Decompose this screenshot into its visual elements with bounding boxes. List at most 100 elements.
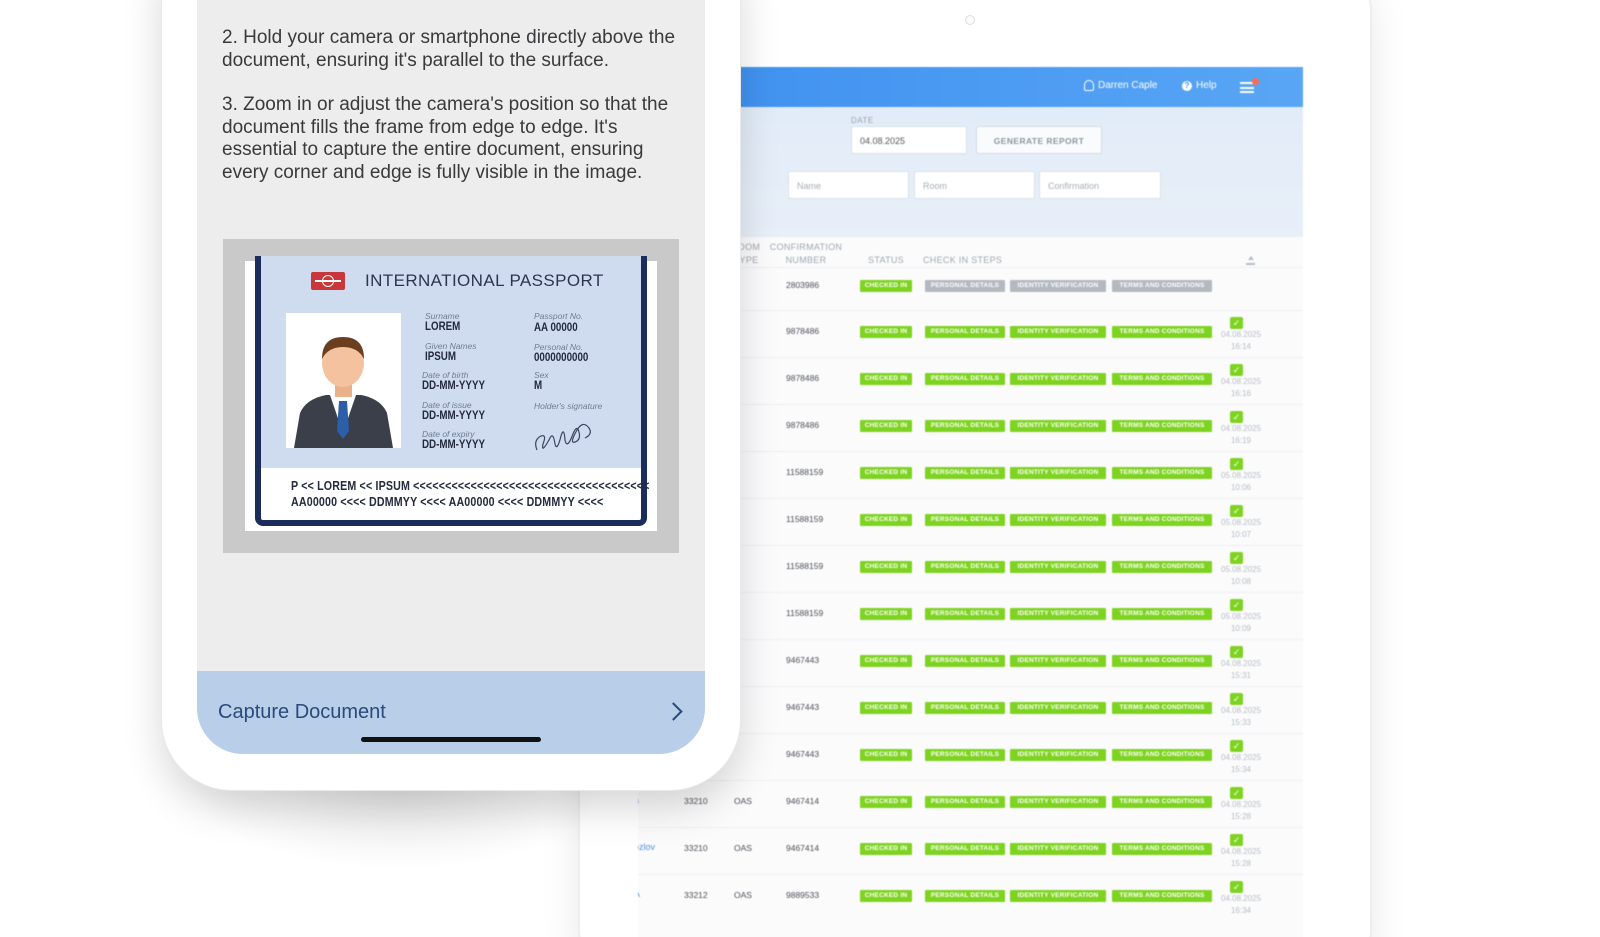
step-badge-identity-verification: IDENTITY VERIFICATION	[1010, 467, 1106, 479]
surname-label: Surname	[425, 311, 460, 321]
generate-report-button[interactable]: GENERATE REPORT	[976, 126, 1102, 154]
confirmation-number: 9467443	[786, 702, 820, 712]
step-badge-personal-details: PERSONAL DETAILS	[925, 561, 1005, 573]
confirmation-number: 9467414	[786, 796, 820, 806]
header-confirmation-line2: NUMBER	[785, 255, 827, 265]
table-row[interactable]: A 33212 OAS 9889533 CHECKED IN PERSONAL DETAI…	[638, 874, 1303, 921]
step-badge-identity-verification: IDENTITY VERIFICATION	[1010, 373, 1106, 385]
table-row[interactable]: ozlov 33210 OAS 9467414 CHECKED IN PERSONAL D…	[638, 827, 1303, 874]
completed-date: 05.08.2025	[1221, 471, 1262, 480]
step-badge-identity-verification: IDENTITY VERIFICATION	[1010, 890, 1106, 902]
given-names-label: Given Names	[425, 341, 477, 351]
step-badge-personal-details: PERSONAL DETAILS	[925, 655, 1005, 667]
status-badge-checked-in: CHECKED IN	[860, 608, 912, 620]
confirmation-number: 9467414	[786, 843, 820, 853]
confirmation-number: 11588159	[786, 467, 824, 477]
guest-name[interactable]: A	[638, 889, 640, 899]
check-icon: ✓	[1230, 646, 1243, 658]
dob-value: DD-MM-YYYY	[422, 380, 486, 392]
sex-value: M	[534, 380, 543, 392]
table-row[interactable]: a 33210 OAS 9467414 CHECKED IN PERSONAL DETAI…	[638, 780, 1303, 827]
completed-time: 15:31	[1230, 671, 1252, 680]
completed-date: 04.08.2025	[1221, 753, 1262, 762]
date-input[interactable]: 04.08.2025	[851, 126, 967, 154]
tablet-camera	[965, 15, 975, 25]
confirmation-number: 2803986	[786, 280, 820, 290]
guest-name[interactable]: ozlov	[638, 842, 655, 852]
issue-value: DD-MM-YYYY	[422, 410, 486, 422]
confirmation-input[interactable]: Confirmation	[1039, 171, 1161, 199]
check-icon: ✓	[1230, 552, 1243, 564]
table-row[interactable]: OAS9467443CHECKED INPERSONAL DETAILSIDEN…	[638, 733, 1303, 780]
step-badge-terms-and-conditions: TERMS AND CONDITIONS	[1112, 655, 1212, 667]
step-badge-terms-and-conditions: TERMS AND CONDITIONS	[1112, 514, 1212, 526]
step-badge-terms-and-conditions: TERMS AND CONDITIONS	[1112, 702, 1212, 714]
confirmation-number: 9467443	[786, 655, 820, 665]
status-badge-checked-in: CHECKED IN	[860, 373, 912, 385]
status-badge-checked-in: CHECKED IN	[860, 420, 912, 432]
step-badge-personal-details: PERSONAL DETAILS	[925, 514, 1005, 526]
completed-time: 10:08	[1230, 577, 1252, 586]
check-icon: ✓	[1230, 505, 1243, 517]
step-badge-identity-verification: IDENTITY VERIFICATION	[1010, 326, 1106, 338]
status-badge-checked-in: CHECKED IN	[860, 655, 912, 667]
confirmation-number: 11588159	[786, 608, 824, 618]
header-confirmation: CONFIRMATION NUMBER	[766, 241, 846, 267]
step-badge-identity-verification: IDENTITY VERIFICATION	[1010, 655, 1106, 667]
step-badge-terms-and-conditions: TERMS AND CONDITIONS	[1112, 326, 1212, 338]
given-names-value: IPSUM	[425, 351, 456, 363]
confirmation-number: 9889533	[786, 890, 820, 900]
status-badge-checked-in: CHECKED IN	[860, 467, 912, 479]
user-menu[interactable]: Darren Caple	[1084, 80, 1157, 91]
header-confirmation-line1: CONFIRMATION	[769, 242, 843, 252]
check-icon: ✓	[1230, 740, 1243, 752]
completed-time: 16:19	[1230, 436, 1252, 445]
status-badge-checked-in: CHECKED IN	[860, 749, 912, 761]
home-indicator[interactable]	[361, 737, 541, 742]
confirmation-number: 9878486	[786, 326, 820, 336]
help-link[interactable]: ? Help	[1182, 80, 1217, 91]
step-badge-terms-and-conditions: TERMS AND CONDITIONS	[1112, 420, 1212, 432]
expiry-value: DD-MM-YYYY	[422, 439, 486, 451]
status-badge-checked-in: CHECKED IN	[860, 702, 912, 714]
issue-label: Date of issue	[422, 400, 472, 410]
step-badge-identity-verification: IDENTITY VERIFICATION	[1010, 749, 1106, 761]
date-label: DATE	[851, 116, 874, 125]
confirmation-number: 11588159	[786, 561, 824, 571]
room-input[interactable]: Room	[914, 171, 1035, 199]
step-badge-terms-and-conditions: TERMS AND CONDITIONS	[1112, 561, 1212, 573]
passport-no-label: Passport No.	[534, 311, 584, 321]
help-label: Help	[1196, 80, 1217, 91]
help-icon: ?	[1182, 80, 1192, 91]
completed-time: 10:06	[1230, 483, 1252, 492]
completed-date: 05.08.2025	[1221, 612, 1262, 621]
personal-no-value: 0000000000	[534, 352, 589, 364]
check-icon: ✓	[1230, 599, 1243, 611]
name-input[interactable]: Name	[788, 171, 909, 199]
user-name: Darren Caple	[1098, 80, 1158, 91]
phone-screen: 2. Hold your camera or smartphone direct…	[197, 0, 705, 754]
confirmation-number: 11588159	[786, 514, 824, 524]
check-icon: ✓	[1230, 881, 1243, 893]
completed-date: 04.08.2025	[1221, 424, 1262, 433]
step-badge-terms-and-conditions: TERMS AND CONDITIONS	[1112, 796, 1212, 808]
confirmation-number: 9878486	[786, 373, 820, 383]
guest-name[interactable]: a	[638, 795, 639, 805]
notifications-button[interactable]	[1240, 78, 1259, 93]
step-badge-terms-and-conditions: TERMS AND CONDITIONS	[1112, 280, 1212, 292]
signature-icon	[535, 423, 591, 451]
room-type: OAS	[734, 890, 752, 900]
step-badge-personal-details: PERSONAL DETAILS	[925, 749, 1005, 761]
completed-time: 15:28	[1230, 859, 1252, 868]
status-badge-checked-in: CHECKED IN	[860, 514, 912, 526]
export-icon[interactable]	[1246, 256, 1255, 265]
confirmation-number: 9467443	[786, 749, 820, 759]
step-badge-personal-details: PERSONAL DETAILS	[925, 420, 1005, 432]
status-badge-checked-in: CHECKED IN	[860, 843, 912, 855]
completed-date: 05.08.2025	[1221, 518, 1262, 527]
completed-date: 04.08.2025	[1221, 330, 1262, 339]
sex-label: Sex	[534, 370, 549, 380]
room-number: 33210	[684, 796, 708, 806]
completed-date: 04.08.2025	[1221, 706, 1262, 715]
step-badge-personal-details: PERSONAL DETAILS	[925, 467, 1005, 479]
